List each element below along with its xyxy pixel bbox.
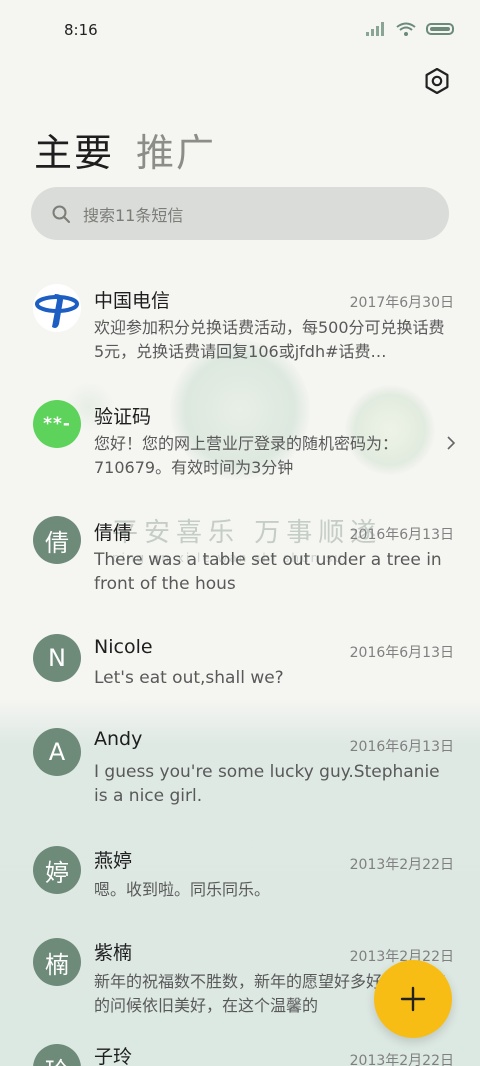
row-preview: There was a table set out under a tree i… [94,550,442,594]
row-preview: I guess you're some lucky guy.Stephanie … [94,762,440,806]
list-item[interactable]: A Andy 2016年6月13日 I guess you're some lu… [0,706,480,824]
list-item[interactable]: 倩 倩倩 2016年6月13日 There was a table set ou… [0,494,480,612]
signal-icon [366,22,386,36]
row-date: 2016年6月13日 [349,739,454,755]
row-date: 2017年6月30日 [349,295,454,311]
row-title: 倩倩 [94,522,133,544]
row-date: 2013年2月22日 [349,857,454,873]
avatar: 倩 [33,516,81,564]
row-date: 2016年6月13日 [349,527,454,543]
china-telecom-logo-icon [33,284,81,332]
row-preview: Let's eat out,shall we? [94,668,284,688]
list-item[interactable]: 中国电信 2017年6月30日 欢迎参加积分兑换话费活动，每500分可兑换话费5… [0,262,480,378]
row-title: 燕婷 [94,850,133,872]
avatar: **- [33,400,81,448]
list-item[interactable]: N Nicole 2016年6月13日 Let's eat out,shall … [0,612,480,706]
avatar-text: 婷 [45,858,69,887]
row-title: 验证码 [94,406,152,428]
avatar-text: 倩 [45,528,69,557]
row-title: Andy [94,728,143,750]
search-icon [52,205,70,223]
search-bar[interactable]: 搜索11条短信 [31,187,449,240]
avatar-text: 玲 [45,1051,69,1066]
tab-primary[interactable]: 主要 [34,122,114,177]
row-preview: 欢迎参加积分兑换话费活动，每500分可兑换话费5元，兑换话费请回复106或jfd… [94,318,445,361]
avatar: N [33,634,81,682]
chevron-right-icon [447,436,456,450]
tabs: 主要 推广 [34,122,216,177]
avatar-text: A [48,738,66,766]
settings-button[interactable] [420,64,454,98]
status-icons [366,22,454,36]
battery-icon [426,23,454,35]
row-date: 2013年2月22日 [349,1053,454,1066]
avatar: 楠 [33,938,81,986]
plus-icon [400,986,426,1012]
row-title: 紫楠 [94,942,133,964]
wifi-icon [396,22,416,36]
avatar-text: 楠 [45,950,69,979]
avatar: 婷 [33,846,81,894]
search-input[interactable]: 搜索11条短信 [83,202,183,226]
row-title: 中国电信 [94,290,171,312]
list-item[interactable]: **- 验证码 您好！您的网上营业厅登录的随机密码为：710679。有效时间为3… [0,378,480,494]
row-title: Nicole [94,636,153,658]
avatar: 玲 [33,1044,81,1066]
tab-promotions[interactable]: 推广 [136,122,216,177]
status-time: 8:16 [64,21,98,39]
row-preview: 您好！您的网上营业厅登录的随机密码为：710679。有效时间为3分钟 [94,434,399,477]
avatar: A [33,728,81,776]
avatar-text: N [48,644,66,672]
message-list: 中国电信 2017年6月30日 欢迎参加积分兑换话费活动，每500分可兑换话费5… [0,262,480,1066]
gear-icon [425,68,449,94]
row-preview: 嗯。收到啦。同乐同乐。 [94,880,271,899]
row-title: 子玲 [94,1046,133,1066]
new-message-button[interactable] [374,960,452,1038]
row-date: 2016年6月13日 [349,645,454,661]
status-bar: 8:16 [0,0,480,62]
list-item[interactable]: 婷 燕婷 2013年2月22日 嗯。收到啦。同乐同乐。 [0,824,480,916]
avatar [33,284,81,332]
avatar-text: **- [43,414,71,434]
